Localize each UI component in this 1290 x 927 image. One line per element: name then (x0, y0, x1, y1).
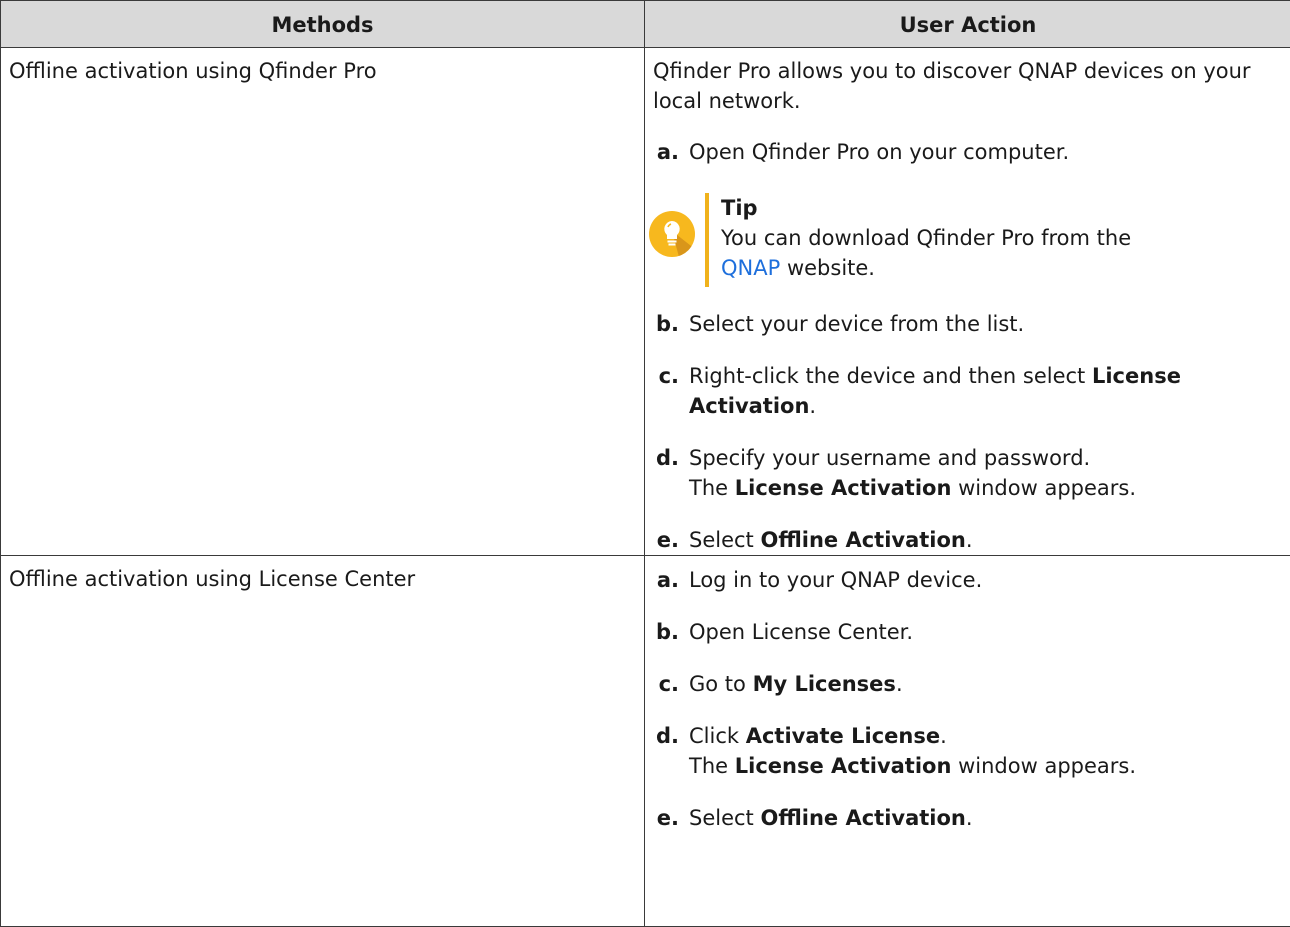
step-text-part: window appears. (951, 476, 1136, 500)
step-letter: e. (653, 525, 689, 555)
step-text-part: . (896, 672, 903, 696)
lightbulb-icon (649, 211, 695, 257)
ui-term: Offline Activation (760, 806, 965, 830)
ui-term: Offline Activation (760, 528, 965, 552)
step-letter: b. (653, 617, 689, 647)
step-text-part: . (966, 806, 973, 830)
step-letter: c. (653, 361, 689, 421)
step-text: Select Offline Activation. (689, 525, 1290, 555)
step-item: c. Go to My Licenses. (653, 669, 1290, 699)
step-list: b. Select your device from the list. c. … (653, 309, 1290, 555)
method-label: Offline activation using License Center (9, 567, 415, 591)
step-text-part: The (689, 476, 735, 500)
step-item: e. Select Offline Activation. (653, 525, 1290, 555)
step-letter: a. (653, 137, 689, 167)
tip-text-before: You can download Qfinder Pro from the (721, 226, 1131, 250)
step-item: b. Select your device from the list. (653, 309, 1290, 339)
table-header-row: Methods User Action (1, 1, 1290, 48)
step-letter: d. (653, 721, 689, 781)
table-row: Offline activation using License Center … (1, 556, 1290, 927)
step-text: Go to My Licenses. (689, 669, 1290, 699)
ui-term: My Licenses (753, 672, 896, 696)
step-text: Log in to your QNAP device. (689, 565, 1290, 595)
tip-callout: Tip You can download Qfinder Pro from th… (649, 193, 1290, 287)
step-text-part: Go to (689, 672, 753, 696)
step-text-part: . (940, 724, 947, 748)
step-text-part: . (809, 394, 816, 418)
qnap-link[interactable]: QNAP (721, 256, 780, 280)
step-text-part: Right-click the device and then select (689, 364, 1092, 388)
step-item: a. Log in to your QNAP device. (653, 565, 1290, 595)
ui-term: Activate License (746, 724, 940, 748)
step-text-part: Click (689, 724, 746, 748)
methods-table: Methods User Action Offline activation u… (0, 0, 1290, 927)
tip-accent-bar (705, 193, 709, 287)
step-text: Open License Center. (689, 617, 1290, 647)
step-text: Right-click the device and then select L… (689, 361, 1290, 421)
step-letter: c. (653, 669, 689, 699)
method-cell: Offline activation using License Center (1, 556, 645, 927)
step-text: Click Activate License. The License Activ… (689, 721, 1290, 781)
tip-text: You can download Qfinder Pro from the QN… (721, 223, 1131, 283)
step-item: d. Specify your username and password. Th… (653, 443, 1290, 503)
step-item: e. Select Offline Activation. (653, 803, 1290, 833)
step-item: d. Click Activate License. The License Ac… (653, 721, 1290, 781)
step-text: Specify your username and password. The L… (689, 443, 1290, 503)
ui-term: License Activation (735, 754, 952, 778)
tip-title: Tip (721, 193, 1131, 223)
step-letter: d. (653, 443, 689, 503)
step-letter: b. (653, 309, 689, 339)
step-text-part: . (966, 528, 973, 552)
step-text-part: window appears. (951, 754, 1136, 778)
step-text-part: Specify your username and password. (689, 446, 1090, 470)
user-action-cell: a. Log in to your QNAP device. b. Open L… (645, 556, 1290, 927)
step-item: c. Right-click the device and then selec… (653, 361, 1290, 421)
header-methods: Methods (1, 1, 645, 48)
step-text: Select your device from the list. (689, 309, 1290, 339)
tip-text-after: website. (780, 256, 875, 280)
tip-body: Tip You can download Qfinder Pro from th… (721, 193, 1131, 287)
step-text-part: Select (689, 806, 760, 830)
step-list: a. Log in to your QNAP device. b. Open L… (653, 565, 1290, 833)
step-text-part: The (689, 754, 735, 778)
method-label: Offline activation using Qfinder Pro (9, 59, 377, 83)
header-user-action: User Action (645, 1, 1290, 48)
table-row: Offline activation using Qfinder Pro Qfi… (1, 48, 1290, 556)
step-text: Select Offline Activation. (689, 803, 1290, 833)
method-cell: Offline activation using Qfinder Pro (1, 48, 645, 556)
intro-text: Qfinder Pro allows you to discover QNAP … (653, 56, 1290, 116)
step-item: b. Open License Center. (653, 617, 1290, 647)
step-letter: e. (653, 803, 689, 833)
step-text: Open Qfinder Pro on your computer. (689, 137, 1290, 167)
step-letter: a. (653, 565, 689, 595)
ui-term: License Activation (735, 476, 952, 500)
user-action-cell: Qfinder Pro allows you to discover QNAP … (645, 48, 1290, 556)
step-item: a. Open Qfinder Pro on your computer. (653, 137, 1290, 167)
step-list: a. Open Qfinder Pro on your computer. (653, 137, 1290, 167)
step-text-part: Select (689, 528, 760, 552)
